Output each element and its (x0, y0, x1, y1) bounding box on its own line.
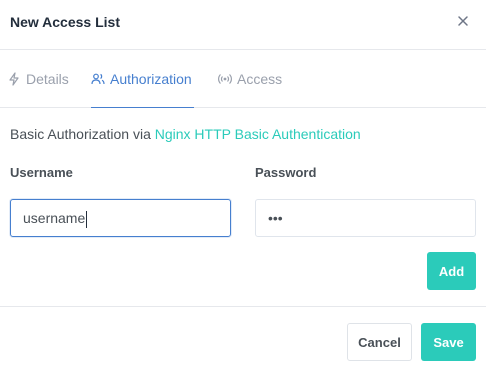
auth-description-text: Basic Authorization via (10, 126, 155, 142)
username-label: Username (10, 165, 73, 180)
password-label: Password (255, 165, 317, 180)
save-button[interactable]: Save (421, 323, 476, 361)
close-icon[interactable] (456, 14, 472, 30)
password-input[interactable]: ••• (255, 199, 476, 237)
tab-authorization[interactable]: Authorization (91, 50, 194, 108)
users-icon (91, 73, 105, 84)
password-value: ••• (268, 210, 283, 226)
tab-details-label: Details (26, 71, 69, 87)
cancel-button[interactable]: Cancel (347, 323, 412, 361)
username-input[interactable]: username (10, 199, 231, 237)
username-value: username (23, 210, 86, 226)
auth-description: Basic Authorization via Nginx HTTP Basic… (10, 126, 361, 142)
nginx-auth-link[interactable]: Nginx HTTP Basic Authentication (155, 126, 361, 142)
text-caret (86, 210, 88, 228)
add-button[interactable]: Add (427, 252, 476, 290)
broadcast-icon (218, 74, 232, 84)
tab-authorization-label: Authorization (110, 70, 192, 87)
modal-title: New Access List (10, 14, 120, 30)
footer-divider (0, 306, 486, 307)
lightning-icon (9, 72, 19, 86)
tab-access[interactable]: Access (218, 50, 282, 108)
tab-details[interactable]: Details (7, 50, 69, 108)
modal-header: New Access List (0, 0, 486, 50)
tab-access-label: Access (237, 71, 283, 87)
tab-bar: Details Authorization Access (0, 50, 486, 108)
